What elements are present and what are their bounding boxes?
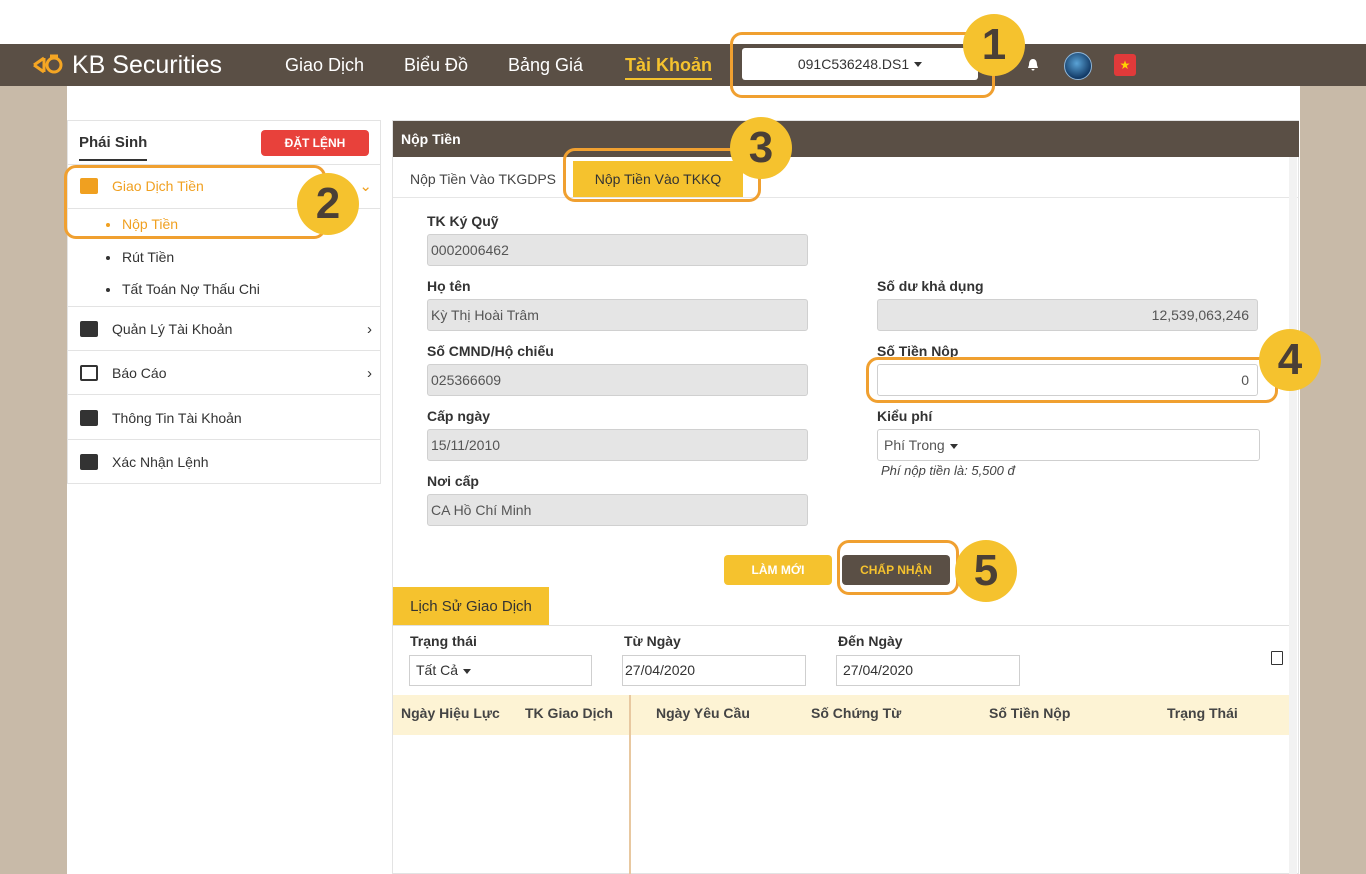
sidebar-item-order-confirmation[interactable]: Xác Nhận Lệnh — [80, 451, 376, 473]
chevron-right-icon: › — [367, 364, 372, 382]
issue-date-field: 15/11/2010 — [427, 429, 808, 461]
column-status[interactable]: Trạng Thái — [1167, 705, 1238, 721]
submenu-label: Rút Tiền — [122, 249, 175, 265]
avatar[interactable] — [1064, 52, 1092, 80]
submenu-item-withdraw[interactable]: Rút Tiền — [106, 249, 174, 265]
right-gutter — [1300, 86, 1366, 874]
margin-account-label: TK Ký Quỹ — [427, 213, 499, 229]
tab-divider — [393, 197, 1299, 198]
from-date-input[interactable]: 27/04/2020 — [622, 655, 806, 686]
chevron-right-icon: › — [367, 320, 372, 338]
submenu-label: Tất Toán Nợ Thấu Chi — [122, 281, 260, 297]
tab-phai-sinh[interactable]: Phái Sinh — [79, 134, 148, 161]
issue-place-label: Nơi cấp — [427, 473, 479, 489]
to-date-input[interactable]: 27/04/2020 — [836, 655, 1020, 686]
tab-deposit-tkgdps[interactable]: Nộp Tiền Vào TKGDPS — [403, 161, 563, 197]
account-card-icon — [80, 321, 98, 337]
submenu-item-settle-overdraft[interactable]: Tất Toán Nợ Thấu Chi — [106, 281, 260, 297]
callout-highlight-sidebar — [64, 165, 326, 239]
left-gutter — [0, 86, 67, 874]
kb-logo-icon — [30, 50, 70, 80]
panel-title: Nộp Tiền — [393, 121, 1299, 157]
callout-highlight-amount — [866, 357, 1278, 403]
caret-down-icon — [949, 443, 958, 449]
sidebar-item-label: Báo Cáo — [112, 365, 167, 381]
reset-button[interactable]: LÀM MỚI — [724, 555, 832, 585]
scrollbar[interactable] — [1289, 157, 1297, 874]
callout-badge-2: 2 — [297, 173, 359, 235]
available-balance-field: 12,539,063,246 — [877, 299, 1258, 331]
fee-type-label: Kiểu phí — [877, 408, 933, 424]
divider — [68, 350, 380, 351]
column-divider — [629, 695, 631, 874]
nav-bang-gia[interactable]: Bảng Giá — [508, 55, 583, 76]
sidebar-item-label: Thông Tin Tài Khoản — [112, 410, 242, 426]
sidebar-item-label: Quản Lý Tài Khoản — [112, 321, 233, 337]
column-request-date[interactable]: Ngày Yêu Cầu — [656, 705, 750, 721]
from-date-label: Từ Ngày — [624, 633, 681, 649]
callout-highlight-account — [730, 32, 995, 98]
callout-badge-1: 1 — [963, 14, 1025, 76]
chevron-down-icon: ⌄ — [359, 178, 372, 195]
nav-giao-dich[interactable]: Giao Dịch — [285, 55, 364, 76]
name-field: Kỳ Thị Hoài Trâm — [427, 299, 808, 331]
name-label: Họ tên — [427, 278, 471, 294]
user-info-icon — [80, 410, 98, 426]
sidebar-item-report[interactable]: Báo Cáo › — [80, 362, 376, 384]
brand-name: KB Securities — [72, 50, 223, 79]
checkbox-icon — [80, 454, 98, 470]
margin-account-field: 0002006462 — [427, 234, 808, 266]
nav-tai-khoan[interactable]: Tài Khoản — [625, 55, 713, 80]
status-filter-label: Trạng thái — [410, 633, 477, 649]
nav-bieu-do[interactable]: Biểu Đồ — [404, 55, 468, 76]
to-date-label: Đến Ngày — [838, 633, 903, 649]
id-number-label: Số CMND/Hộ chiếu — [427, 343, 554, 359]
id-number-field: 025366609 — [427, 364, 808, 396]
callout-badge-5: 5 — [955, 540, 1017, 602]
bullet-icon — [106, 256, 110, 261]
fee-type-value: Phí Trong — [884, 437, 945, 453]
caret-down-icon — [463, 668, 472, 674]
history-table-header: Ngày Hiệu Lực TK Giao Dịch Ngày Yêu Cầu … — [393, 695, 1289, 735]
brand-logo[interactable]: KB Securities — [30, 50, 222, 80]
divider — [68, 439, 380, 440]
tab-transaction-history[interactable]: Lịch Sử Giao Dịch — [393, 587, 549, 626]
top-navbar: KB Securities Giao Dịch Biểu Đồ Bảng Giá… — [0, 44, 1366, 86]
issue-place-field: CA Hồ Chí Minh — [427, 494, 808, 526]
callout-badge-3: 3 — [730, 117, 792, 179]
pdf-export-icon[interactable] — [1271, 651, 1283, 665]
column-trading-account[interactable]: TK Giao Dịch — [525, 705, 613, 721]
place-order-button[interactable]: ĐẶT LỆNH — [261, 130, 369, 156]
report-icon — [80, 365, 98, 381]
sidebar-item-label: Xác Nhận Lệnh — [112, 454, 209, 470]
bullet-icon — [106, 288, 110, 293]
divider — [68, 306, 380, 307]
vietnam-flag-icon[interactable]: ★ — [1114, 54, 1136, 76]
issue-date-label: Cấp ngày — [427, 408, 491, 424]
column-deposit-amount[interactable]: Số Tiền Nộp — [989, 705, 1070, 721]
sidebar-item-account-management[interactable]: Quản Lý Tài Khoản › — [80, 318, 376, 340]
deposit-panel: Nộp Tiền Nộp Tiền Vào TKGDPS Nộp Tiền Và… — [392, 120, 1299, 874]
available-balance-label: Số dư khả dụng — [877, 278, 984, 294]
fee-hint: Phí nộp tiền là: 5,500 đ — [881, 463, 1015, 478]
callout-highlight-accept — [837, 540, 959, 595]
bell-icon[interactable] — [1026, 58, 1040, 72]
column-voucher-number[interactable]: Số Chứng Từ — [811, 705, 901, 721]
callout-badge-4: 4 — [1259, 329, 1321, 391]
column-effective-date[interactable]: Ngày Hiệu Lực — [401, 705, 500, 721]
status-filter-select[interactable]: Tất Cả — [409, 655, 592, 686]
status-filter-value: Tất Cả — [416, 662, 459, 678]
divider — [68, 394, 380, 395]
fee-type-select[interactable]: Phí Trong — [877, 429, 1260, 461]
sidebar-item-account-info[interactable]: Thông Tin Tài Khoản — [80, 407, 376, 429]
history-divider — [393, 625, 1289, 626]
